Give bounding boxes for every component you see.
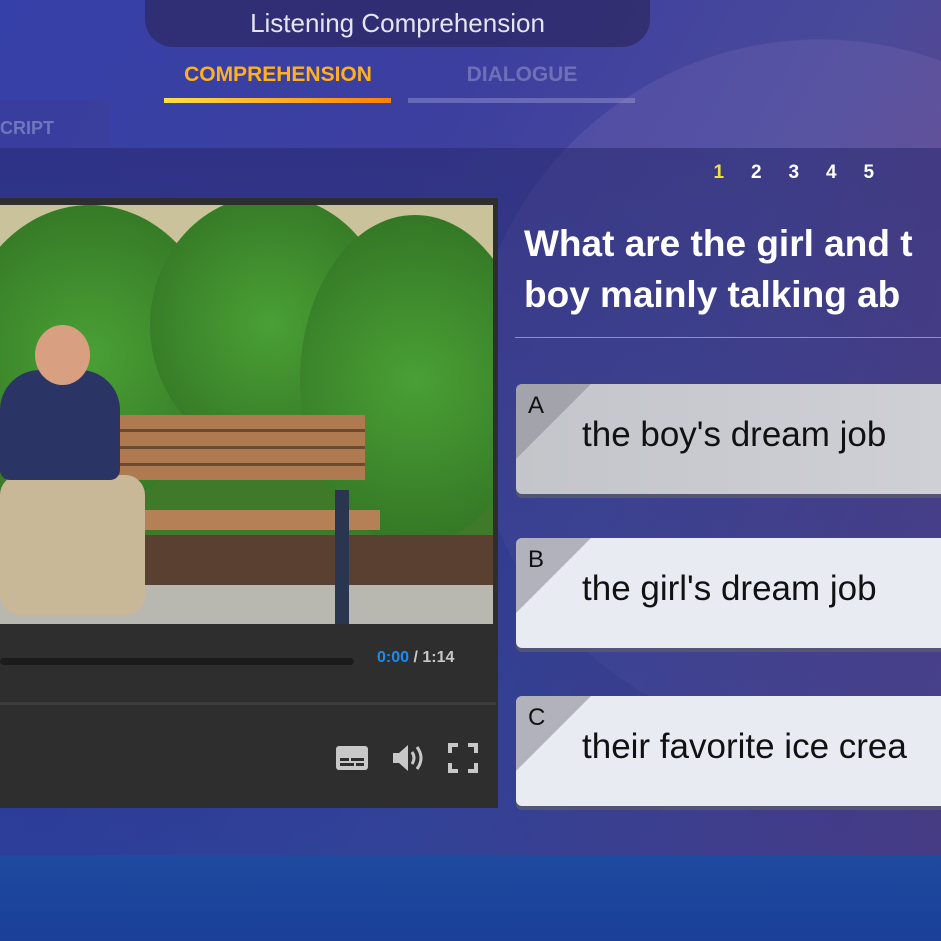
tab-dialogue-underline [408, 98, 635, 103]
question-text: What are the girl and t boy mainly talki… [524, 218, 939, 320]
option-c[interactable]: C their favorite ice crea [516, 696, 941, 806]
video-player[interactable] [0, 198, 498, 808]
question-number-nav: 1 2 3 4 5 [700, 162, 888, 184]
option-text: the boy's dream job [582, 415, 887, 454]
video-progress-bar[interactable] [0, 658, 354, 665]
volume-icon [393, 745, 423, 771]
option-a[interactable]: A the boy's dream job [516, 384, 941, 494]
question-number-3[interactable]: 3 [775, 162, 813, 184]
question-number-4[interactable]: 4 [813, 162, 851, 184]
video-time: 0:00 / 1:14 [377, 649, 454, 667]
option-b[interactable]: B the girl's dream job [516, 538, 941, 648]
tab-script[interactable]: CRIPT [0, 100, 110, 150]
page-title: Listening Comprehension [145, 0, 650, 47]
option-letter: A [528, 392, 545, 419]
scene-boy-head [35, 325, 90, 385]
question-number-2[interactable]: 2 [738, 162, 776, 184]
current-time: 0:00 [377, 649, 410, 666]
duration: 1:14 [422, 649, 455, 666]
option-text: their favorite ice crea [582, 727, 907, 766]
volume-button[interactable] [391, 742, 425, 774]
question-number-5[interactable]: 5 [850, 162, 888, 184]
subtitles-icon [336, 746, 368, 770]
question-line-1: What are the girl and t [524, 223, 913, 264]
video-frame[interactable] [0, 205, 493, 624]
option-letter: B [528, 546, 545, 573]
time-separator: / [409, 649, 423, 666]
scene-bench-leg [335, 490, 349, 624]
question-number-1[interactable]: 1 [700, 162, 738, 184]
option-letter: C [528, 704, 546, 731]
tab-dialogue[interactable]: DIALOGUE [409, 60, 635, 90]
scene-boy [0, 370, 120, 480]
question-line-2: boy mainly talking ab [524, 274, 901, 315]
fullscreen-icon [448, 743, 478, 773]
subtitles-button[interactable] [335, 742, 369, 774]
controls-divider [0, 702, 496, 705]
fullscreen-button[interactable] [446, 742, 480, 774]
tab-comprehension[interactable]: COMPREHENSION [165, 60, 391, 90]
tab-comprehension-underline [164, 98, 391, 103]
scene-bench [115, 415, 365, 480]
scene-boy-legs [0, 475, 145, 615]
footer-band [0, 855, 941, 941]
option-text: the girl's dream job [582, 569, 877, 608]
question-divider [515, 337, 941, 338]
